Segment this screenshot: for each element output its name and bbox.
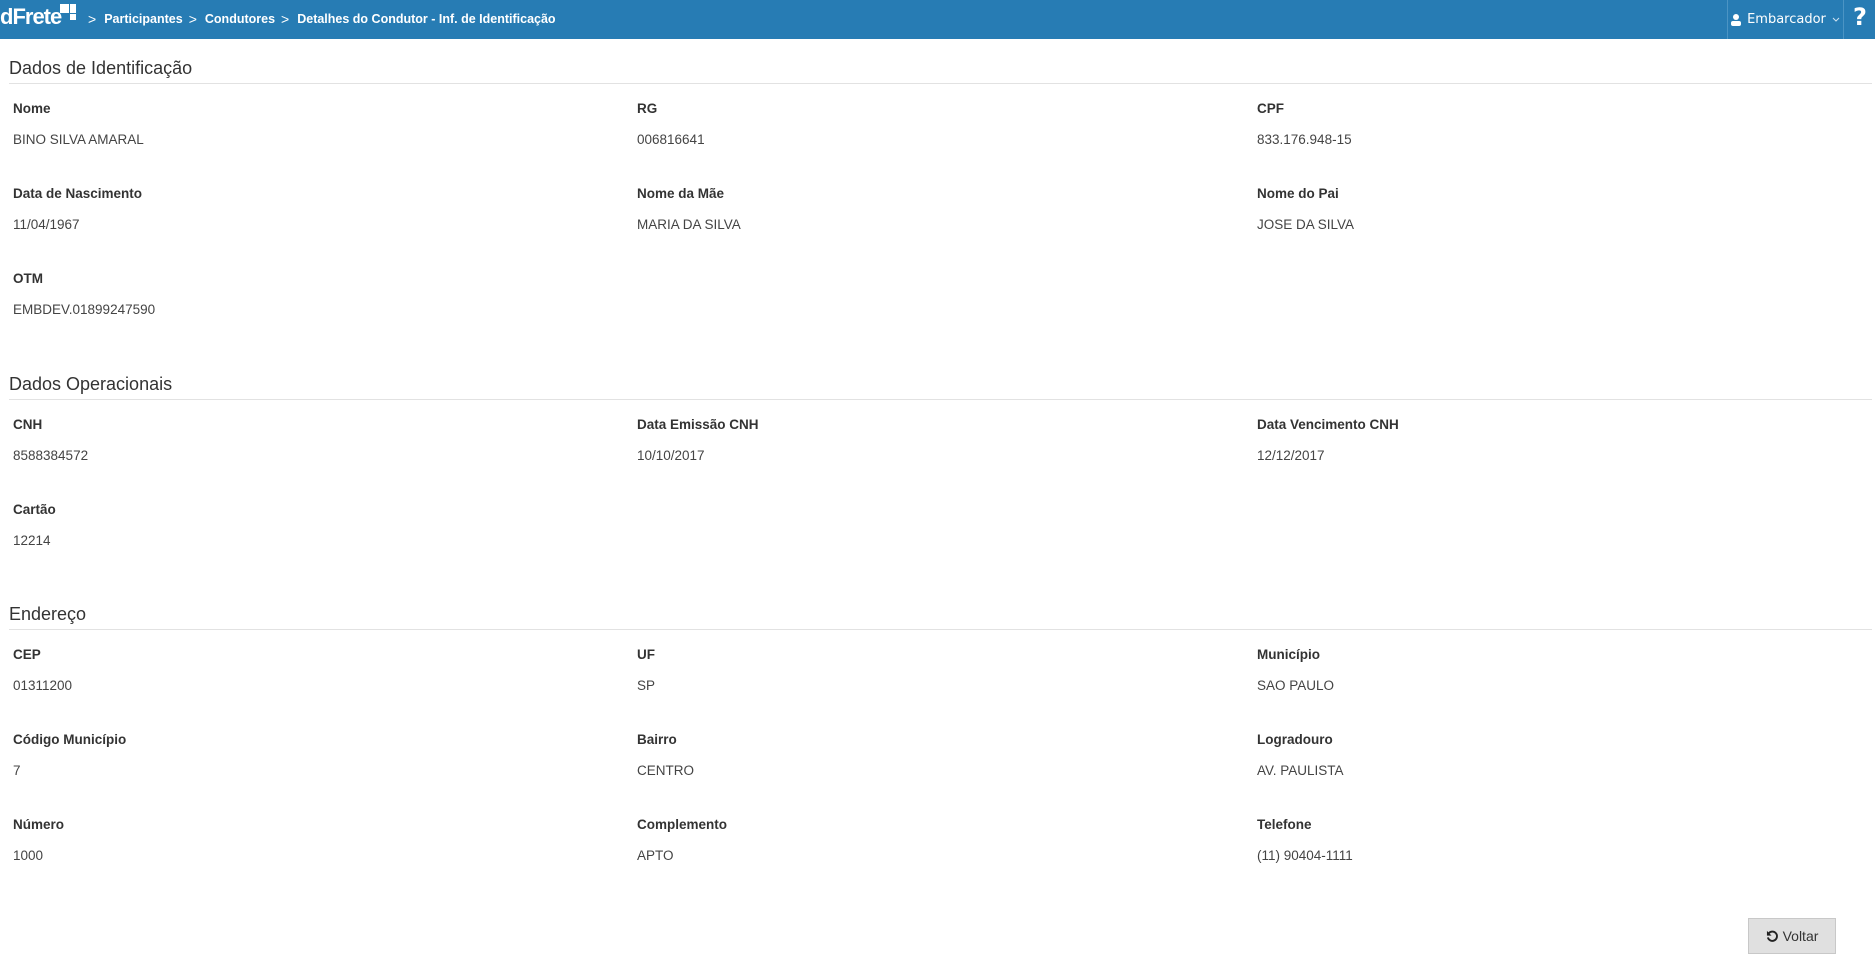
field-label: Cartão — [13, 502, 56, 517]
breadcrumb-current: Detalhes do Condutor - Inf. de Identific… — [297, 12, 556, 26]
field-value: SP — [637, 678, 656, 693]
field-value: JOSE DA SILVA — [1257, 217, 1355, 232]
undo-icon — [1766, 930, 1778, 942]
chevron-right-icon: > — [281, 11, 290, 27]
field-label: Data Emissão CNH — [637, 417, 759, 432]
field-label: Nome do Pai — [1257, 186, 1339, 201]
field-value: 12214 — [13, 533, 51, 548]
chevron-down-icon — [1832, 17, 1840, 22]
field-label: Logradouro — [1257, 732, 1333, 747]
logo[interactable]: dFrete — [0, 4, 62, 30]
field-value: 7 — [13, 763, 21, 778]
field-value: 11/04/1967 — [13, 217, 80, 232]
breadcrumb-condutores[interactable]: Condutores — [205, 12, 275, 26]
field-value: 8588384572 — [13, 448, 89, 463]
field-label: Nome da Mãe — [637, 186, 725, 201]
logo-mark — [60, 4, 76, 20]
breadcrumb-participantes[interactable]: Participantes — [104, 12, 183, 26]
field-value: 833.176.948-15 — [1257, 132, 1352, 147]
chevron-right-icon: > — [188, 11, 197, 27]
section-title: Dados de Identificação — [9, 58, 193, 78]
section-divider — [9, 629, 1872, 630]
back-button[interactable]: Voltar — [1748, 918, 1836, 954]
user-icon — [1731, 13, 1742, 26]
field-value: 01311200 — [13, 678, 73, 693]
field-label: OTM — [13, 271, 43, 286]
field-value: APTO — [637, 848, 674, 863]
field-label: Data Vencimento CNH — [1257, 417, 1399, 432]
section-title: Dados Operacionais — [9, 374, 173, 394]
field-value: 10/10/2017 — [637, 448, 705, 463]
chevron-right-icon: > — [88, 11, 97, 27]
field-label: Nome — [13, 101, 51, 116]
section-title: Endereço — [9, 604, 87, 624]
field-label: Complemento — [637, 817, 728, 832]
field-value: AV. PAULISTA — [1257, 763, 1344, 778]
field-label: Data de Nascimento — [13, 186, 143, 201]
field-value: 006816641 — [637, 132, 705, 147]
field-label: CNH — [13, 417, 43, 432]
back-label: Voltar — [1782, 928, 1819, 944]
field-value: SAO PAULO — [1257, 678, 1335, 693]
field-label: Bairro — [637, 732, 677, 747]
field-label: Código Município — [13, 732, 127, 747]
breadcrumb: > Participantes > Condutores > Detalhes … — [88, 11, 556, 27]
field-value: 12/12/2017 — [1257, 448, 1325, 463]
field-label: Telefone — [1257, 817, 1312, 832]
field-label: Município — [1257, 647, 1320, 662]
field-value: CENTRO — [637, 763, 694, 778]
field-value: 1000 — [13, 848, 44, 863]
field-label: CEP — [13, 647, 41, 662]
user-menu[interactable]: Embarcador — [1727, 0, 1844, 39]
user-name: Embarcador — [1747, 12, 1826, 27]
field-value: MARIA DA SILVA — [637, 217, 741, 232]
help-icon[interactable]: ? — [1853, 3, 1867, 31]
field-value: EMBDEV.01899247590 — [13, 302, 156, 317]
field-label: UF — [637, 647, 655, 662]
field-label: CPF — [1257, 101, 1284, 116]
field-value: BINO SILVA AMARAL — [13, 132, 144, 147]
section-divider — [9, 399, 1872, 400]
field-value: (11) 90404-1111 — [1257, 848, 1353, 863]
section-divider — [9, 83, 1872, 84]
top-navbar: dFrete > Participantes > Condutores > De… — [0, 0, 1875, 39]
field-label: Número — [13, 817, 65, 832]
field-label: RG — [637, 101, 658, 116]
